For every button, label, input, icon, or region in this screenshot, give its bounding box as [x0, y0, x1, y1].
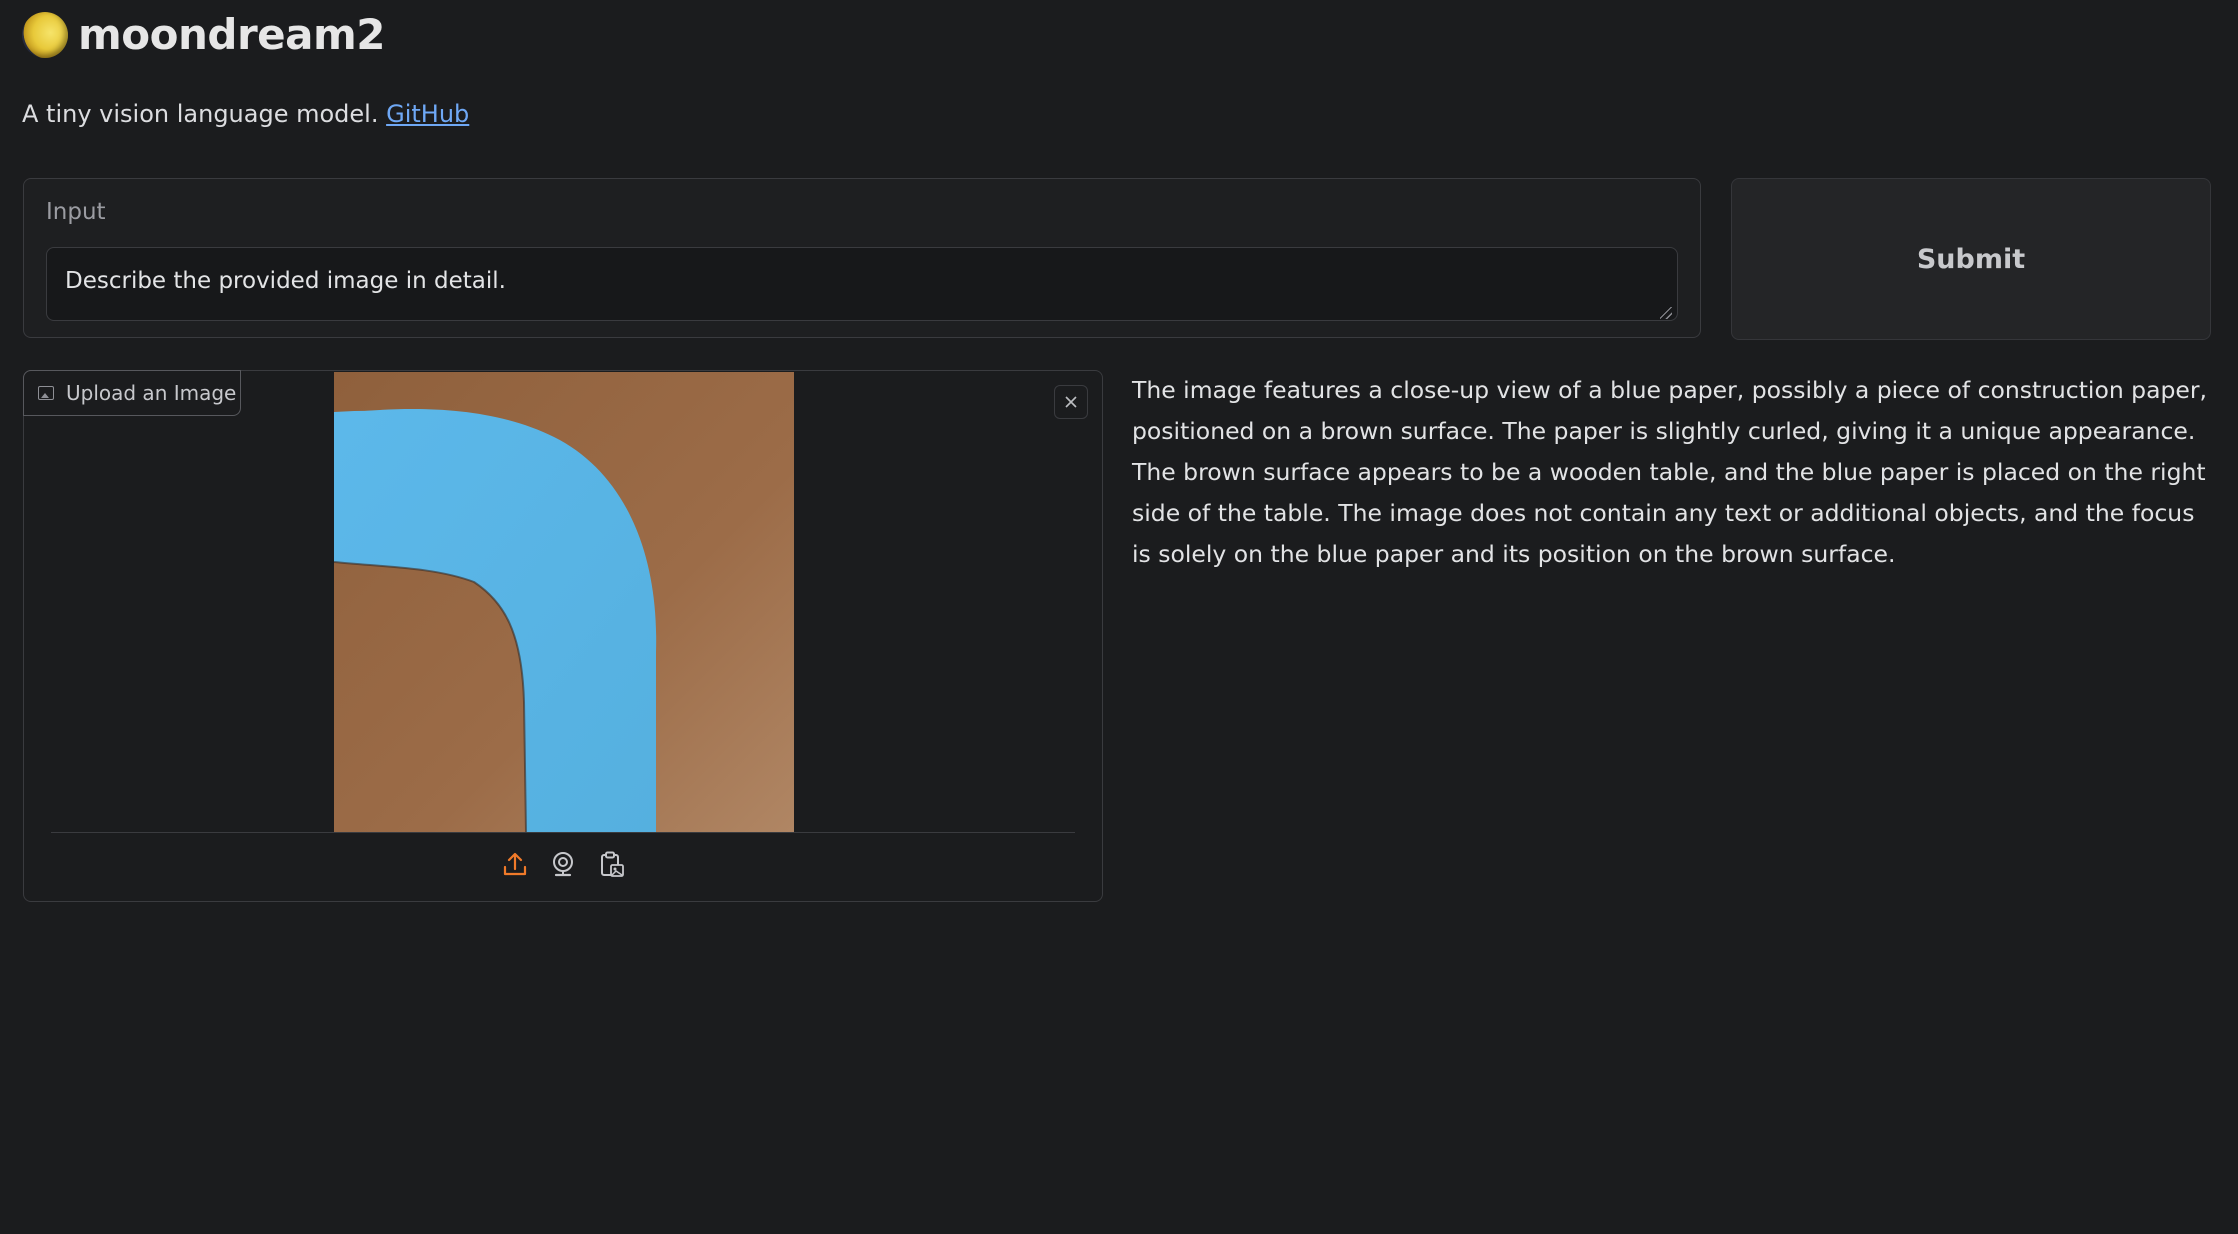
- upload-image-label: Upload an Image: [66, 381, 237, 405]
- uploaded-image: [334, 372, 794, 832]
- upload-icon: [503, 852, 527, 876]
- clear-image-button[interactable]: [1054, 385, 1088, 419]
- image-input-panel: Upload an Image: [23, 370, 1103, 902]
- image-source-toolbar: [24, 849, 1102, 879]
- moon-logo-icon: [22, 11, 68, 58]
- webcam-source-button[interactable]: [548, 849, 578, 879]
- submit-button[interactable]: Submit: [1731, 178, 2211, 340]
- prompt-textarea[interactable]: Describe the provided image in detail.: [46, 247, 1678, 321]
- github-link[interactable]: GitHub: [386, 100, 469, 128]
- subtitle-text: A tiny vision language model.: [22, 100, 379, 128]
- close-icon: [1065, 396, 1077, 408]
- input-panel: Input Describe the provided image in det…: [23, 178, 1701, 338]
- input-label: Input: [46, 199, 106, 225]
- page-subtitle: A tiny vision language model. GitHub: [22, 100, 469, 128]
- clipboard-source-button[interactable]: [596, 849, 626, 879]
- page-title: moondream2: [78, 10, 385, 59]
- upload-source-button[interactable]: [500, 849, 530, 879]
- app-header: moondream2: [22, 10, 385, 59]
- webcam-icon: [553, 852, 573, 877]
- image-icon: [38, 386, 54, 400]
- model-output-text: The image features a close-up view of a …: [1132, 376, 2208, 568]
- image-divider: [51, 832, 1075, 833]
- textarea-resize-handle[interactable]: [1660, 307, 1672, 319]
- upload-image-tab: Upload an Image: [23, 370, 241, 416]
- clipboard-icon: [601, 851, 624, 877]
